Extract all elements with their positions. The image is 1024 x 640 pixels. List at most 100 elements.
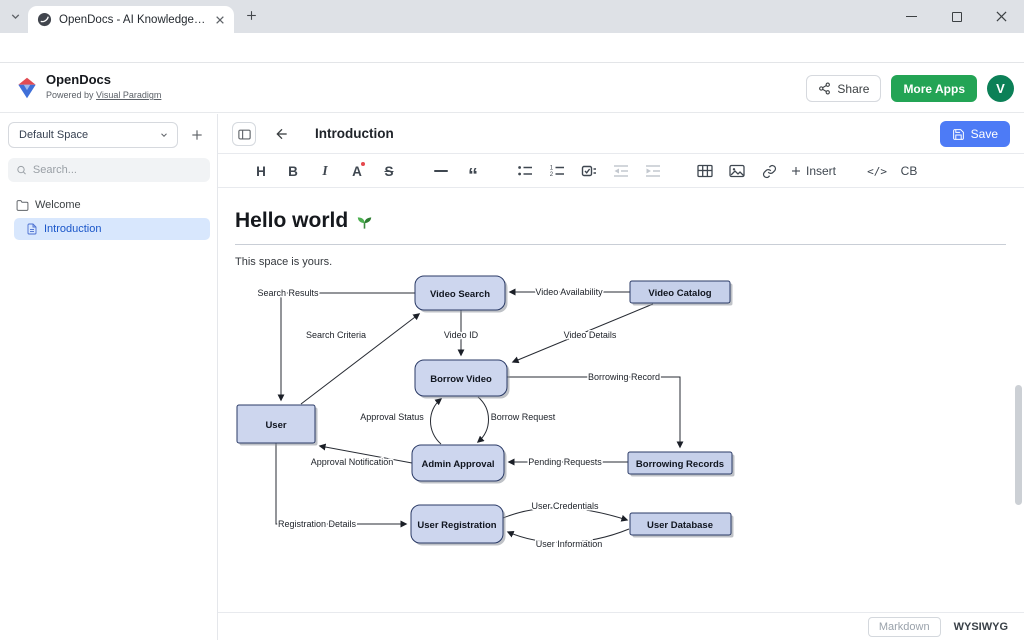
svg-text:User Registration: User Registration xyxy=(417,520,496,531)
node-video-catalog: Video Catalog xyxy=(630,281,733,306)
markdown-mode-button[interactable]: Markdown xyxy=(868,617,941,637)
new-tab-button[interactable] xyxy=(245,9,258,22)
insert-label: Insert xyxy=(806,164,836,178)
plus-icon xyxy=(790,165,802,177)
share-icon xyxy=(818,82,831,95)
more-apps-button[interactable]: More Apps xyxy=(891,75,977,102)
numbered-list-button[interactable]: 12 xyxy=(541,155,573,188)
window-close-button[interactable] xyxy=(979,0,1024,33)
svg-text:User Database: User Database xyxy=(647,520,713,531)
user-avatar[interactable]: V xyxy=(987,75,1014,102)
save-button[interactable]: Save xyxy=(940,121,1010,147)
toggle-sidebar-button[interactable] xyxy=(232,122,256,146)
svg-text:Approval Status: Approval Status xyxy=(360,412,424,422)
red-dot-icon xyxy=(361,162,365,166)
browser-tab[interactable]: OpenDocs - AI Knowledge Base xyxy=(28,6,234,33)
heading-button[interactable]: H xyxy=(245,155,277,188)
opendocs-logo xyxy=(14,75,40,101)
window-maximize-button[interactable] xyxy=(934,0,979,33)
svg-text:Video Details: Video Details xyxy=(564,330,617,340)
svg-text:Search Results: Search Results xyxy=(257,288,319,298)
insert-button[interactable]: Insert xyxy=(785,155,841,188)
node-user-registration: User Registration xyxy=(411,505,506,546)
strikethrough-button[interactable]: S xyxy=(373,155,405,188)
image-button[interactable] xyxy=(721,155,753,188)
node-user: User xyxy=(237,405,318,446)
folder-icon xyxy=(16,199,29,212)
svg-text:Search Criteria: Search Criteria xyxy=(306,330,366,340)
space-selector[interactable]: Default Space xyxy=(8,122,178,148)
italic-button[interactable]: I xyxy=(309,155,341,188)
space-selector-label: Default Space xyxy=(19,129,88,141)
svg-text:Admin Approval: Admin Approval xyxy=(421,459,494,470)
editor-content[interactable]: Hello world This space is yours. xyxy=(218,189,1024,612)
table-button[interactable] xyxy=(689,155,721,188)
svg-text:Video Catalog: Video Catalog xyxy=(648,288,711,299)
search-input[interactable] xyxy=(33,164,202,176)
code-block-button[interactable]: CB xyxy=(893,155,925,188)
svg-text:User Credentials: User Credentials xyxy=(531,501,599,511)
editor-status-bar: Markdown WYSIWYG xyxy=(218,612,1024,640)
tab-title: OpenDocs - AI Knowledge Base xyxy=(59,14,208,26)
sidebar: Default Space Welcome Introduction xyxy=(0,114,218,640)
heading-text: Hello world xyxy=(235,209,348,233)
page-tree: Welcome Introduction xyxy=(0,194,218,242)
node-borrowing-records: Borrowing Records xyxy=(628,452,735,477)
blockquote-button[interactable]: “ xyxy=(457,155,489,188)
wysiwyg-mode-label[interactable]: WYSIWYG xyxy=(954,621,1008,633)
search-icon xyxy=(16,164,27,176)
sidebar-item-welcome[interactable]: Welcome xyxy=(0,194,218,216)
powered-by-text: Powered by xyxy=(46,90,94,100)
svg-text:Registration Details: Registration Details xyxy=(278,519,357,529)
indent-icon xyxy=(645,163,661,179)
browser-window: OpenDocs - AI Knowledge Base xyxy=(0,0,1024,640)
svg-text:Borrow Request: Borrow Request xyxy=(491,412,556,422)
browser-toolbar: ai-toolbox.visual-paradigm.com/app/opend… xyxy=(0,33,1024,63)
sidebar-item-label: Introduction xyxy=(44,223,101,235)
svg-text:Borrow Video: Borrow Video xyxy=(430,374,492,385)
share-button[interactable]: Share xyxy=(806,75,881,102)
indent-button[interactable] xyxy=(637,155,669,188)
svg-text:1: 1 xyxy=(550,166,554,172)
svg-text:User: User xyxy=(265,420,286,431)
svg-text:Video ID: Video ID xyxy=(444,330,479,340)
tab-close-icon[interactable] xyxy=(215,15,225,25)
document-back-button[interactable] xyxy=(270,122,294,146)
horizontal-rule-button[interactable] xyxy=(425,155,457,188)
save-label: Save xyxy=(971,127,998,141)
font-color-label: A xyxy=(352,164,362,179)
sidebar-item-introduction[interactable]: Introduction xyxy=(14,218,210,240)
svg-text:Borrowing Record: Borrowing Record xyxy=(588,372,660,382)
node-user-database: User Database xyxy=(630,513,734,538)
outdent-icon xyxy=(613,163,629,179)
inline-code-button[interactable]: </> xyxy=(861,155,893,188)
document-paragraph: This space is yours. xyxy=(235,256,332,268)
sidebar-search[interactable] xyxy=(8,158,210,182)
svg-text:Approval Notification: Approval Notification xyxy=(311,457,394,467)
visual-paradigm-link[interactable]: Visual Paradigm xyxy=(96,90,161,100)
scrollbar-thumb[interactable] xyxy=(1015,385,1022,505)
checklist-button[interactable] xyxy=(573,155,605,188)
window-minimize-button[interactable] xyxy=(889,0,934,33)
share-label: Share xyxy=(837,82,869,96)
app-name: OpenDocs xyxy=(46,72,111,87)
checklist-icon xyxy=(581,163,597,179)
window-controls xyxy=(889,0,1024,33)
font-color-button[interactable]: A xyxy=(341,155,373,188)
tab-search-chevron-icon[interactable] xyxy=(9,10,22,23)
app-header: OpenDocs Powered by Visual Paradigm Shar… xyxy=(0,63,1024,113)
svg-text:Pending Requests: Pending Requests xyxy=(528,457,602,467)
diagram-nodes: Video Search Video Catalog Borrow Video … xyxy=(237,276,735,546)
outdent-button[interactable] xyxy=(605,155,637,188)
dfd-diagram[interactable]: Video Search Video Catalog Borrow Video … xyxy=(235,268,755,560)
add-space-button[interactable] xyxy=(184,122,210,148)
bullet-list-button[interactable] xyxy=(509,155,541,188)
bold-button[interactable]: B xyxy=(277,155,309,188)
svg-text:Video Search: Video Search xyxy=(430,289,490,300)
link-button[interactable] xyxy=(753,155,785,188)
bullet-list-icon xyxy=(517,163,533,179)
document-toolbar: Introduction Save xyxy=(218,114,1024,154)
node-borrow-video: Borrow Video xyxy=(415,360,510,399)
node-admin-approval: Admin Approval xyxy=(412,445,507,484)
table-icon xyxy=(697,163,713,179)
